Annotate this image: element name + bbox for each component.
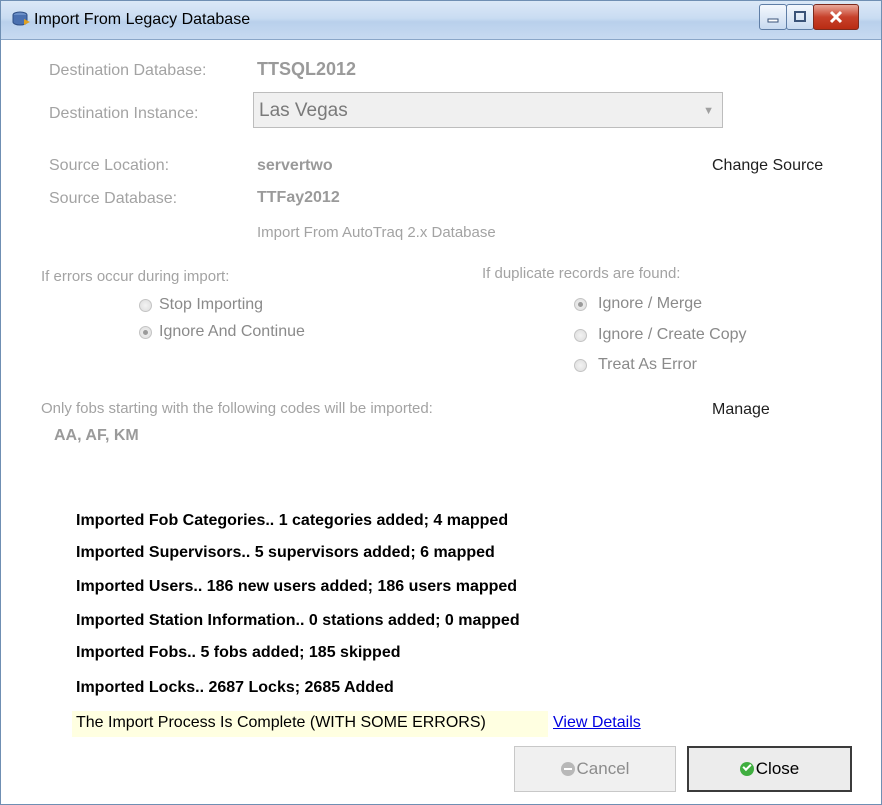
duplicates-group-heading: If duplicate records are found:: [482, 265, 681, 282]
cancel-button-label: Cancel: [576, 759, 630, 778]
close-button[interactable]: Close: [687, 746, 852, 792]
source-location-value: servertwo: [257, 157, 333, 174]
destination-instance-value: Las Vegas: [259, 100, 348, 121]
destination-instance-select[interactable]: Las Vegas ▼: [253, 92, 723, 128]
fob-filter-note: Only fobs starting with the following co…: [41, 400, 433, 417]
ignore-merge-label: Ignore / Merge: [598, 295, 703, 312]
minimize-icon: [767, 18, 779, 23]
stop-importing-label: Stop Importing: [159, 296, 264, 313]
ignore-create-copy-radio[interactable]: [574, 329, 587, 342]
import-dialog: Import From Legacy Database Destination …: [0, 0, 882, 805]
window-title: Import From Legacy Database: [34, 11, 251, 28]
result-locks: Imported Locks.. 2687 Locks; 2685 Added: [76, 679, 394, 696]
maximize-button[interactable]: [786, 4, 814, 30]
ignore-and-continue-label: Ignore And Continue: [159, 323, 305, 340]
source-database-label: Source Database:: [49, 190, 178, 207]
treat-as-error-radio[interactable]: [574, 359, 587, 372]
result-station-information: Imported Station Information.. 0 station…: [76, 612, 520, 629]
result-supervisors: Imported Supervisors.. 5 supervisors add…: [76, 544, 495, 561]
title-bar: Import From Legacy Database: [1, 1, 881, 40]
ignore-create-copy-label: Ignore / Create Copy: [598, 326, 747, 343]
chevron-down-icon: ▼: [703, 105, 714, 117]
database-import-icon: [12, 11, 30, 26]
stop-importing-radio[interactable]: [139, 299, 152, 312]
maximize-icon: [794, 11, 806, 22]
import-type-text: Import From AutoTraq 2.x Database: [257, 224, 496, 241]
cancel-button[interactable]: Cancel: [514, 746, 676, 792]
close-window-button[interactable]: [813, 4, 859, 30]
treat-as-error-label: Treat As Error: [598, 356, 697, 373]
destination-instance-label: Destination Instance:: [49, 105, 199, 122]
destination-database-value: TTSQL2012: [257, 59, 357, 79]
view-details-link[interactable]: View Details: [553, 714, 641, 732]
fob-codes: AA, AF, KM: [54, 427, 139, 444]
source-database-value: TTFay2012: [257, 189, 340, 206]
close-button-label: Close: [755, 759, 800, 778]
change-source-link[interactable]: Change Source: [712, 157, 823, 175]
result-users: Imported Users.. 186 new users added; 18…: [76, 578, 518, 595]
manage-link[interactable]: Manage: [712, 401, 770, 419]
status-message: The Import Process Is Complete (WITH SOM…: [76, 714, 486, 731]
result-fob-categories: Imported Fob Categories.. 1 categories a…: [76, 512, 509, 529]
result-fobs: Imported Fobs.. 5 fobs added; 185 skippe…: [76, 644, 401, 661]
close-icon: [829, 10, 843, 24]
check-circle-icon: [739, 762, 754, 776]
ignore-merge-radio[interactable]: [574, 298, 587, 311]
ignore-and-continue-radio[interactable]: [139, 326, 152, 339]
errors-group-heading: If errors occur during import:: [41, 268, 230, 285]
minus-circle-icon: [560, 762, 575, 776]
source-location-label: Source Location:: [49, 157, 170, 174]
minimize-button[interactable]: [759, 4, 787, 30]
destination-database-label: Destination Database:: [49, 62, 207, 79]
